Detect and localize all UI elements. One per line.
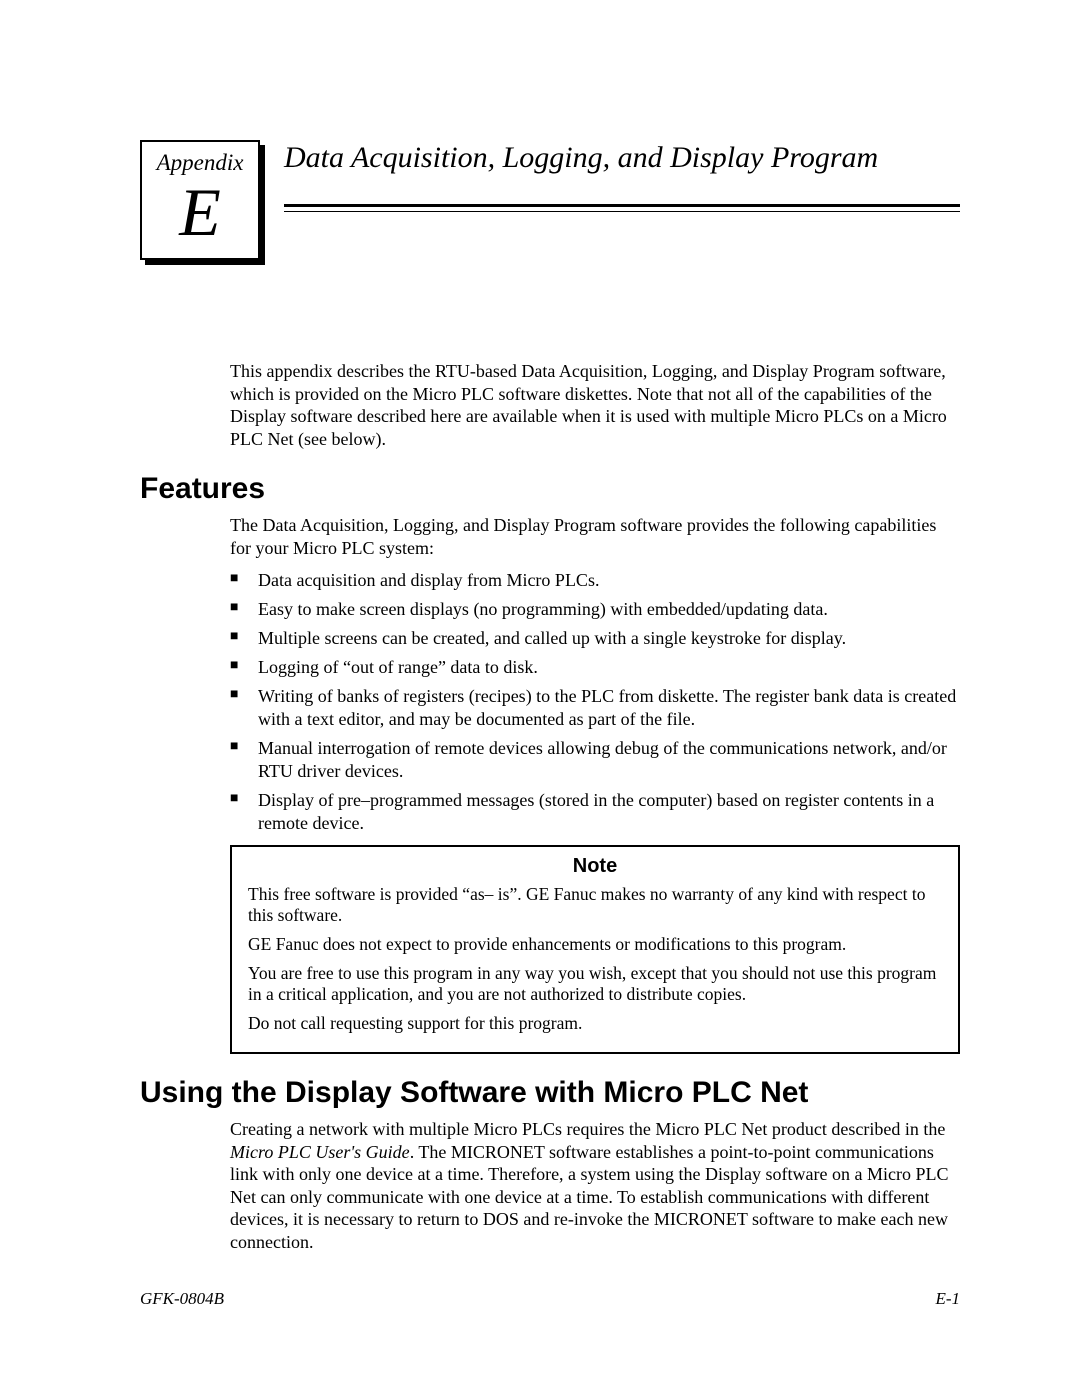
footer-page-number: E-1 [935,1289,960,1309]
section2-prefix: Creating a network with multiple Micro P… [230,1119,945,1139]
list-item: Manual interrogation of remote devices a… [230,737,960,783]
note-paragraph: GE Fanuc does not expect to provide enha… [248,934,942,955]
note-box: Note This free software is provided “as–… [230,845,960,1054]
features-list: Data acquisition and display from Micro … [230,569,960,835]
features-lead: The Data Acquisition, Logging, and Displ… [230,514,960,559]
title-column: Data Acquisition, Logging, and Display P… [284,140,960,212]
page-footer: GFK-0804B E-1 [140,1289,960,1309]
list-item: Multiple screens can be created, and cal… [230,627,960,650]
appendix-letter: E [146,178,254,246]
section2-heading: Using the Display Software with Micro PL… [140,1076,960,1110]
section2-ital: Micro PLC User's Guide [230,1142,410,1162]
chapter-header: Appendix E Data Acquisition, Logging, an… [140,140,960,260]
list-item: Data acquisition and display from Micro … [230,569,960,592]
list-item: Display of pre–programmed messages (stor… [230,789,960,835]
note-paragraph: This free software is provided “as– is”.… [248,884,942,926]
appendix-label: Appendix [146,150,254,176]
list-item: Writing of banks of registers (recipes) … [230,685,960,731]
features-block: The Data Acquisition, Logging, and Displ… [230,514,960,1054]
note-heading: Note [248,855,942,878]
title-rule [284,204,960,212]
note-paragraph: Do not call requesting support for this … [248,1013,942,1034]
list-item: Easy to make screen displays (no program… [230,598,960,621]
chapter-title: Data Acquisition, Logging, and Display P… [284,140,960,176]
appendix-box: Appendix E [140,140,260,260]
intro-paragraph: This appendix describes the RTU-based Da… [230,360,960,450]
note-paragraph: You are free to use this program in any … [248,963,942,1005]
features-heading: Features [140,472,960,506]
section2-block: Creating a network with multiple Micro P… [230,1118,960,1253]
footer-doc-id: GFK-0804B [140,1289,224,1309]
intro-block: This appendix describes the RTU-based Da… [230,360,960,450]
section2-paragraph: Creating a network with multiple Micro P… [230,1118,960,1253]
list-item: Logging of “out of range” data to disk. [230,656,960,679]
page: Appendix E Data Acquisition, Logging, an… [0,0,1080,1369]
